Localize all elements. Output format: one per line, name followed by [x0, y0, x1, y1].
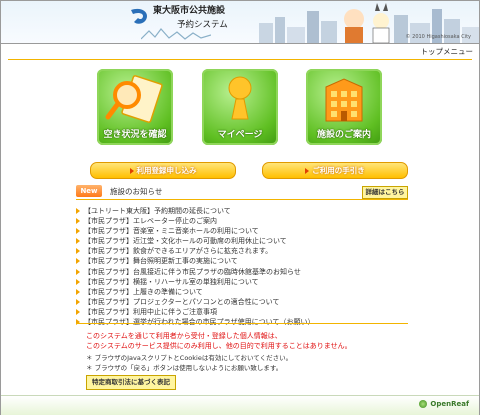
news-item-text: 【市民プラザ】近江堂・文化ホールの可動席の利用休止について: [84, 237, 287, 246]
privacy-notice-2: このシステムのサービス提供にのみ利用し、他の目的で利用することはありません。: [86, 342, 352, 350]
news-item[interactable]: 【市民プラザ】プロジェクターとパソコンとの適合性について: [76, 297, 314, 307]
openreaf-leaf-icon: [419, 400, 428, 408]
footer: OpenReaf: [1, 395, 479, 415]
privacy-notice-1: このシステムを通じて利用者から受付・登録した個人情報は、: [86, 332, 282, 340]
tile-label: マイページ: [217, 130, 263, 140]
commerce-law-button[interactable]: 特定商取引法に基づく表記: [86, 375, 176, 390]
footer-brand: OpenReaf: [430, 400, 469, 408]
register-button[interactable]: 利用登録申し込み: [90, 162, 236, 179]
arrow-icon: [129, 168, 134, 174]
top-menu-link[interactable]: トップメニュー: [421, 46, 474, 57]
bullet-icon: [76, 218, 80, 225]
register-label: 利用登録申し込み: [136, 166, 197, 175]
news-item-text: 【市民プラザ】飲食ができるエリアがさらに拡充されます。: [84, 247, 273, 256]
bullet-icon: [76, 308, 80, 315]
news-list: 【ユトリート東大阪】予約期間の延長について 【市民プラザ】エレベーター停止のご案…: [76, 206, 314, 327]
news-item[interactable]: 【ユトリート東大阪】予約期間の延長について: [76, 206, 314, 216]
divider: [76, 323, 408, 324]
arrow-icon: [305, 168, 310, 174]
bullet-icon: [76, 298, 80, 305]
openreaf-logo: OpenReaf: [419, 400, 469, 408]
bullet-icon: [76, 208, 80, 214]
news-item-text: 【市民プラザ】音楽室・ミニ音楽ホールの利用について: [84, 227, 259, 236]
bullet-icon: [76, 268, 80, 275]
magnifier-icon: [105, 75, 163, 123]
news-item-text: 【市民プラザ】台風接近に伴う市民プラザの臨時休館基準のお知らせ: [84, 267, 301, 276]
news-item[interactable]: 【市民プラザ】飲食ができるエリアがさらに拡充されます。: [76, 246, 314, 256]
news-item-text: 【市民プラザ】上履きの準備について: [84, 287, 203, 296]
news-header: New 施設のお知らせ: [76, 185, 408, 198]
copyright-text: © 2010 Higashiosaka City: [405, 34, 471, 40]
news-title: 施設のお知らせ: [110, 187, 163, 196]
news-item-text: 【市民プラザ】横揺・リハーサル室の単独利用について: [84, 277, 259, 286]
my-page-button[interactable]: マイページ: [202, 69, 278, 145]
tile-label: 空き状況を確認: [103, 130, 167, 140]
news-item-text: 【ユトリート東大阪】予約期間の延長について: [84, 207, 231, 215]
guide-label: ご利用の手引き: [312, 166, 365, 175]
site-title: 東大阪市公共施設: [153, 6, 226, 16]
news-item[interactable]: 【市民プラザ】横揺・リハーサル室の単独利用について: [76, 277, 314, 287]
building-icon: [325, 78, 363, 122]
tile-label: 施設のご案内: [316, 130, 371, 140]
person-icon: [228, 76, 252, 120]
bullet-icon: [76, 258, 80, 265]
city-logo-icon: [131, 8, 147, 24]
new-badge: New: [76, 185, 102, 197]
news-item-text: 【市民プラザ】エレベーター停止のご案内: [84, 217, 217, 226]
guide-button[interactable]: ご利用の手引き: [262, 162, 408, 179]
divider: [76, 199, 408, 200]
browser-note-1: ＊ ブラウザのJavaスクリプトとCookieは有効にしておいてください。: [86, 354, 293, 362]
news-item[interactable]: 【市民プラザ】近江堂・文化ホールの可動席の利用休止について: [76, 236, 314, 246]
bullet-icon: [76, 248, 80, 255]
news-item-text: 【市民プラザ】プロジェクターとパソコンとの適合性について: [84, 297, 280, 306]
browser-note-2: ＊ ブラウザの「戻る」ボタンは使用しないようにお願い致します。: [86, 364, 283, 372]
mountain-line-icon: [141, 28, 211, 40]
news-item[interactable]: 【市民プラザ】利用中止に伴うご注意事項: [76, 307, 314, 317]
bullet-icon: [76, 228, 80, 235]
news-item[interactable]: 【市民プラザ】音楽室・ミニ音楽ホールの利用について: [76, 226, 314, 236]
bullet-icon: [76, 238, 80, 245]
bullet-icon: [76, 278, 80, 285]
bullet-icon: [76, 288, 80, 295]
news-item[interactable]: 【市民プラザ】上履きの準備について: [76, 287, 314, 297]
facility-guide-button[interactable]: 施設のご案内: [306, 69, 382, 145]
details-button[interactable]: 詳細はこちら: [362, 186, 408, 199]
divider: [8, 59, 472, 60]
news-item[interactable]: 【市民プラザ】エレベーター停止のご案内: [76, 216, 314, 226]
news-item-text: 【市民プラザ】利用中止に伴うご注意事項: [84, 307, 217, 316]
check-availability-button[interactable]: 空き状況を確認: [97, 69, 173, 145]
news-item[interactable]: 【市民プラザ】舞台照明更新工事の実施について: [76, 256, 314, 266]
site-header: 東大阪市公共施設 予約システム © 2010 Higashiosaka City: [1, 1, 479, 43]
top-bar: トップメニュー: [1, 43, 479, 58]
news-item-text: 【市民プラザ】舞台照明更新工事の実施について: [84, 257, 238, 266]
news-item[interactable]: 【市民プラザ】台風接近に伴う市民プラザの臨時休館基準のお知らせ: [76, 267, 314, 277]
